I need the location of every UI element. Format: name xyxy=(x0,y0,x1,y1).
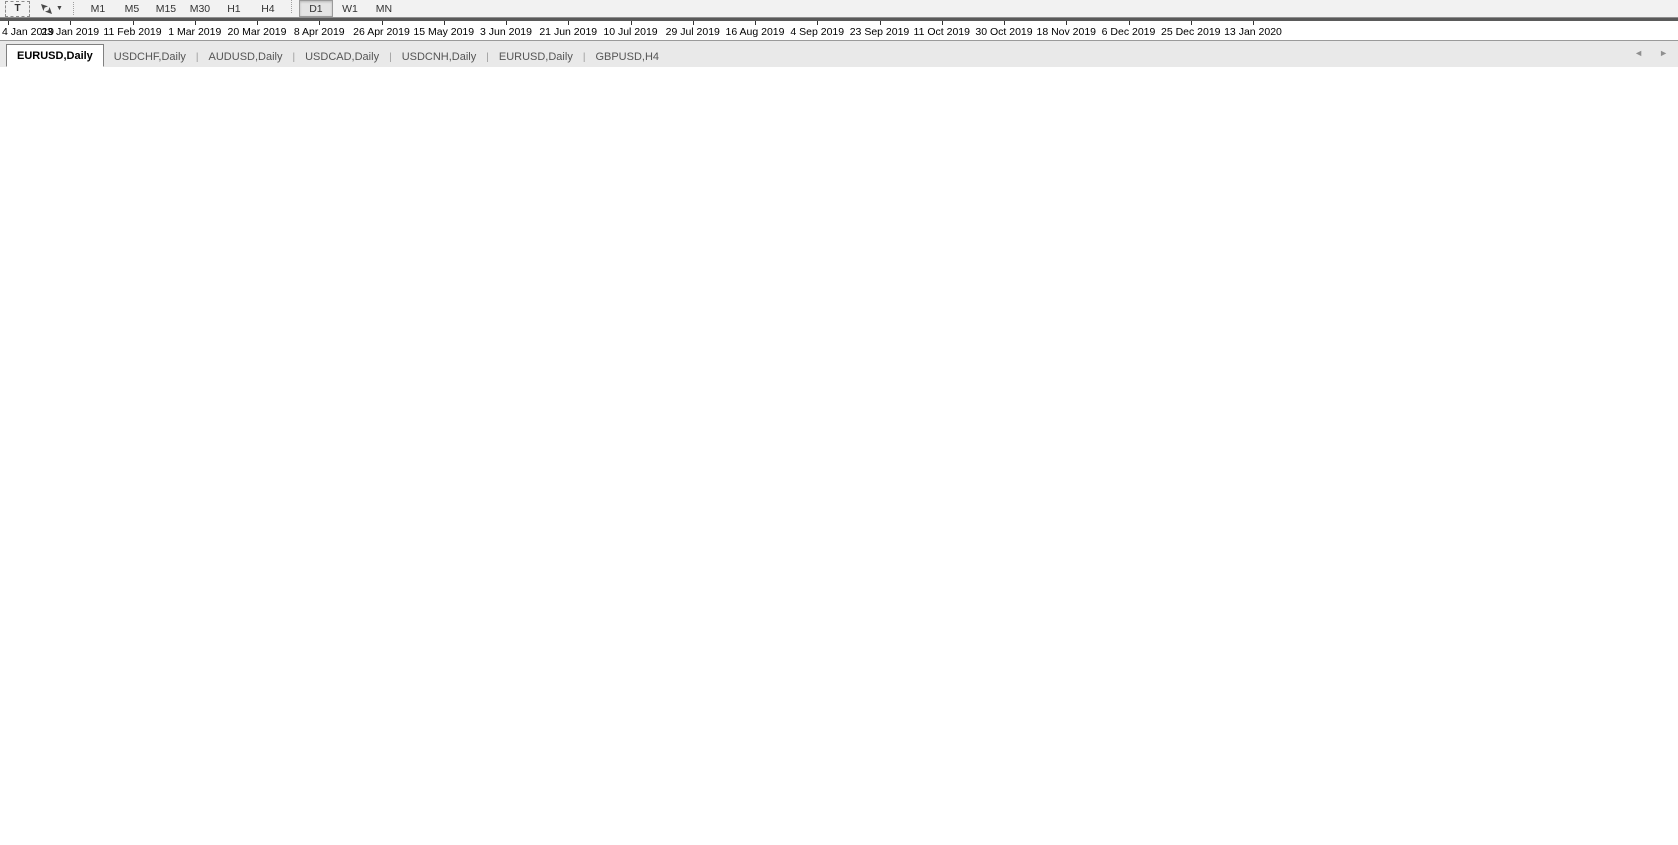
chart-tab-bar: EURUSD,DailyUSDCHF,Daily|AUDUSD,Daily|US… xyxy=(0,41,1678,67)
date-tick-mark xyxy=(693,21,694,25)
date-tick-label[interactable]: 11 Feb 2019 xyxy=(103,26,161,38)
date-tick-label[interactable]: 1 Mar 2019 xyxy=(168,26,221,38)
date-tick-label[interactable]: 11 Oct 2019 xyxy=(914,26,970,38)
chart-tab-0[interactable]: EURUSD,Daily xyxy=(6,44,104,67)
date-tick-label[interactable]: 4 Sep 2019 xyxy=(790,26,844,38)
chart-tab-5[interactable]: EURUSD,Daily xyxy=(489,46,583,67)
date-tick-mark xyxy=(817,21,818,25)
timeframe-button-h4[interactable]: H4 xyxy=(251,0,285,17)
date-tick-label[interactable]: 23 Jan 2019 xyxy=(41,26,99,38)
date-tick-label[interactable]: 8 Apr 2019 xyxy=(294,26,345,38)
date-tick-label[interactable]: 25 Dec 2019 xyxy=(1161,26,1221,38)
timeframe-button-m1[interactable]: M1 xyxy=(81,0,115,17)
date-tick-mark xyxy=(1004,21,1005,25)
date-tick-mark xyxy=(755,21,756,25)
chevron-down-icon: ▼ xyxy=(56,5,63,12)
date-tick-label[interactable]: 29 Jul 2019 xyxy=(666,26,720,38)
timeframe-button-mn[interactable]: MN xyxy=(367,0,401,17)
date-tick-mark xyxy=(880,21,881,25)
date-tick-mark xyxy=(319,21,320,25)
chart-tab-2[interactable]: AUDUSD,Daily xyxy=(199,46,293,67)
arrows-tool-button[interactable]: ▼ xyxy=(37,1,66,16)
timeframe-buttons: M1M5M15M30H1H4 D1W1MN xyxy=(81,0,401,17)
date-tick-label[interactable]: 30 Oct 2019 xyxy=(975,26,1032,38)
date-tick-mark xyxy=(631,21,632,25)
date-tick-mark xyxy=(382,21,383,25)
date-tick-mark xyxy=(1191,21,1192,25)
date-tick-mark xyxy=(1066,21,1067,25)
chart-tab-1[interactable]: USDCHF,Daily xyxy=(104,46,196,67)
date-tick-mark xyxy=(506,21,507,25)
date-tick-mark xyxy=(133,21,134,25)
date-tick-mark xyxy=(257,21,258,25)
text-tool-button[interactable]: T xyxy=(5,1,30,17)
chart-tab-3[interactable]: USDCAD,Daily xyxy=(295,46,389,67)
date-tick-mark xyxy=(568,21,569,25)
date-tick-label[interactable]: 15 May 2019 xyxy=(413,26,474,38)
date-tick-mark xyxy=(70,21,71,25)
timeframe-button-h1[interactable]: H1 xyxy=(217,0,251,17)
date-tick-label[interactable]: 21 Jun 2019 xyxy=(539,26,597,38)
date-tick-label[interactable]: 18 Nov 2019 xyxy=(1036,26,1096,38)
date-tick-label[interactable]: 26 Apr 2019 xyxy=(353,26,410,38)
date-tick-mark xyxy=(195,21,196,25)
chart-tab-6[interactable]: GBPUSD,H4 xyxy=(585,46,669,67)
tab-scroll-left-icon[interactable]: ◄ xyxy=(1634,48,1643,58)
date-tick-label[interactable]: 16 Aug 2019 xyxy=(726,26,785,38)
tab-scroll-right-icon[interactable]: ► xyxy=(1659,48,1668,58)
toolbar-separator xyxy=(73,2,75,15)
date-tick-label[interactable]: 20 Mar 2019 xyxy=(228,26,287,38)
date-tick-label[interactable]: 10 Jul 2019 xyxy=(603,26,657,38)
timeframe-button-m15[interactable]: M15 xyxy=(149,0,183,17)
tab-scroll-arrows: ◄ ► xyxy=(1634,48,1668,58)
timeframe-button-m30[interactable]: M30 xyxy=(183,0,217,17)
timeframe-button-m5[interactable]: M5 xyxy=(115,0,149,17)
arrows-tool-icon xyxy=(40,3,53,15)
date-tick-mark xyxy=(1129,21,1130,25)
timeframe-button-d1[interactable]: D1 xyxy=(299,0,333,17)
date-tick-label[interactable]: 6 Dec 2019 xyxy=(1102,26,1156,38)
toolbar-separator xyxy=(291,0,293,13)
date-tick-mark xyxy=(444,21,445,25)
toolbar: T ▼ M1M5M15M30H1H4 D1W1MN xyxy=(0,0,1678,18)
date-tick-label[interactable]: 13 Jan 2020 xyxy=(1224,26,1282,38)
date-tick-mark xyxy=(942,21,943,25)
chart-tab-4[interactable]: USDCNH,Daily xyxy=(392,46,487,67)
date-axis[interactable]: 4 Jan 201923 Jan 201911 Feb 20191 Mar 20… xyxy=(0,21,1678,41)
date-tick-label[interactable]: 3 Jun 2019 xyxy=(480,26,532,38)
date-tick-label[interactable]: 23 Sep 2019 xyxy=(850,26,910,38)
chart-tabs: EURUSD,DailyUSDCHF,Daily|AUDUSD,Daily|US… xyxy=(6,44,669,67)
date-tick-mark xyxy=(8,21,9,25)
timeframe-button-w1[interactable]: W1 xyxy=(333,0,367,17)
text-tool-icon: T xyxy=(14,3,20,14)
date-tick-mark xyxy=(1253,21,1254,25)
